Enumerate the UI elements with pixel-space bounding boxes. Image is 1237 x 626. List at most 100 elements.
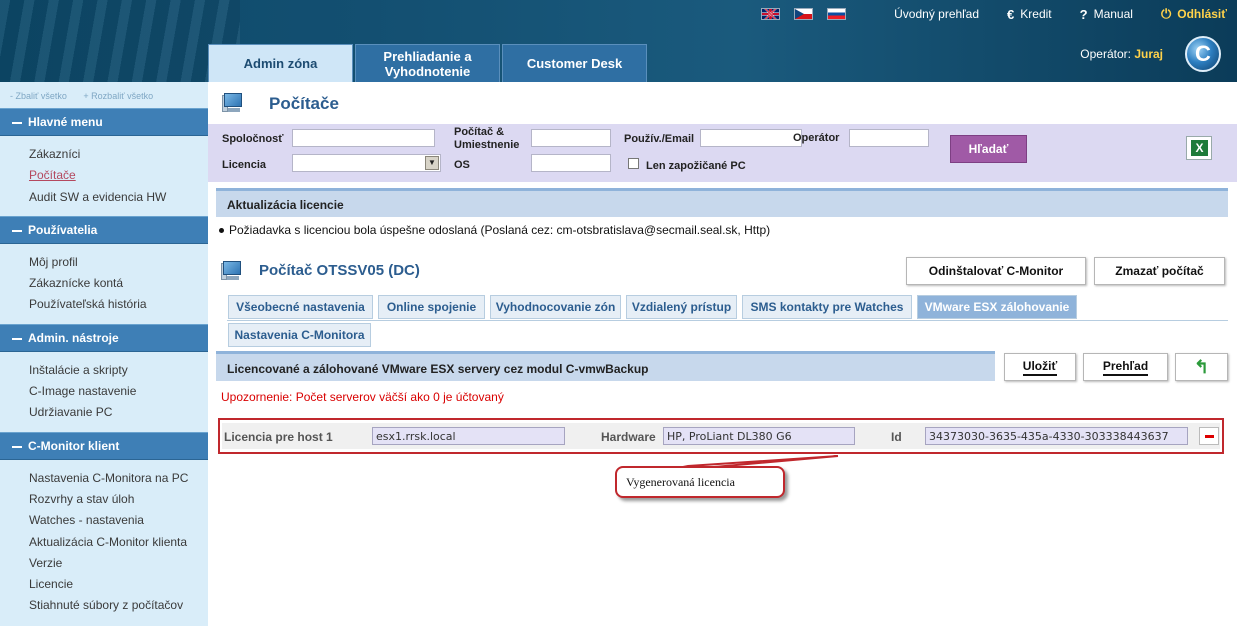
overview-button[interactable]: Prehľad [1083,353,1168,381]
computer-icon [222,92,246,114]
top-header: Úvodný prehľad € Kredit ? Manual ⏻ Odhlásiť… [0,0,1237,82]
license-label: Licencia [222,159,267,171]
page-title: Počítače [269,94,339,113]
sidebar-section-admin-tools[interactable]: Admin. nástroje [0,323,208,352]
sidebar-item-pc-maintenance[interactable]: Udržiavanie PC [29,402,208,423]
manual-link[interactable]: ? Manual [1080,7,1133,22]
search-button[interactable]: Hľadať [950,135,1027,163]
tab-online-connection[interactable]: Online spojenie [378,295,485,319]
euro-icon: € [1007,6,1015,22]
os-input[interactable] [531,154,611,172]
id-input[interactable]: 34373030-3635-435a-4330-303338443637 [925,427,1188,445]
borrowed-pc-checkbox[interactable] [628,158,639,169]
user-email-input[interactable] [700,129,802,147]
home-overview-link[interactable]: Úvodný prehľad [894,7,979,21]
credit-link[interactable]: € Kredit [1007,7,1052,22]
tab-browse-evaluation[interactable]: Prehliadanie a Vyhodnotenie [355,44,500,82]
id-label: Id [891,430,902,444]
sidebar-section-main-menu[interactable]: Hlavné menu [0,108,208,136]
sidebar-items-admin-tools: Inštalácie a skripty C-Image nastavenie … [0,352,208,432]
success-message: Požiadavka s licenciou bola úspešne odos… [219,223,770,237]
user-email-label: Použív./Email [624,133,695,145]
hardware-label: Hardware [601,430,656,444]
computer-icon [221,260,245,282]
tab-zone-evaluation[interactable]: Vyhodnocovanie zón [490,295,621,319]
sidebar-item-c-image[interactable]: C-Image nastavenie [29,381,208,402]
sidebar-item-watches[interactable]: Watches - nastavenia [29,510,208,531]
operator-label: Operátor [793,132,840,144]
collapse-all-link[interactable]: - Zbaliť všetko [10,91,67,101]
sidebar-item-installations[interactable]: Inštalácie a skripty [29,360,208,381]
english-flag-icon[interactable] [761,8,781,20]
back-arrow-icon: ↰ [1193,356,1210,377]
sidebar-items-users: Môj profil Zákaznícke kontá Používateľsk… [0,244,208,324]
main-content: Počítače Spoločnosť Počítač & Umiestneni… [208,82,1237,626]
tab-customer-desk[interactable]: Customer Desk [502,44,647,82]
sidebar-item-user-history[interactable]: Používateľská história [29,294,208,315]
host-input[interactable]: esx1.rrsk.local [372,427,565,445]
hardware-input[interactable]: HP, ProLiant DL380 G6 [663,427,855,445]
sidebar-item-computers[interactable]: Počítače [29,165,208,186]
filter-panel: Spoločnosť Počítač & Umiestnenie Použív.… [208,124,1237,182]
computer-input[interactable] [531,129,611,147]
license-row: Licencia pre host 1 esx1.rrsk.local Hard… [222,423,1220,449]
tab-divider [227,320,1228,321]
expand-all-link[interactable]: + Rozbaliť všetko [83,91,153,101]
main-tabs: Admin zóna Prehliadanie a Vyhodnotenie C… [208,44,647,82]
operator-name: Juraj [1134,47,1163,61]
license-select[interactable]: ▼ [292,154,441,172]
computer-title: Počítač OTSSV05 (DC) [259,262,420,279]
tab-c-monitor-settings[interactable]: Nastavenia C-Monitora [228,323,371,347]
help-icon: ? [1079,6,1088,22]
operator-input[interactable] [849,129,929,147]
expand-controls: - Zbaliť všetko + Rozbaliť všetko [0,82,208,108]
borrowed-pc-label: Len zapožičané PC [646,160,746,172]
sidebar-item-downloaded-files[interactable]: Stiahnuté súbory z počítačov [29,595,208,616]
top-navigation: Úvodný prehľad € Kredit ? Manual ⏻ Odhlásiť [761,5,1237,23]
collapse-icon [12,445,22,448]
tab-sms-contacts[interactable]: SMS kontakty pre Watches [742,295,912,319]
remove-row-button[interactable] [1199,427,1219,445]
excel-icon: X [1191,140,1208,156]
operator-info: Operátor: Juraj [1080,47,1163,61]
sidebar-item-audit-sw[interactable]: Audit SW a evidencia HW [29,187,208,208]
vmware-section-bar: Licencované a zálohované VMware ESX serv… [216,351,995,381]
sidebar-item-customers[interactable]: Zákazníci [29,144,208,165]
sidebar-section-users[interactable]: Používatelia [0,215,208,244]
sidebar: - Zbaliť všetko + Rozbaliť všetko Hlavné… [0,82,208,626]
delete-computer-button[interactable]: Zmazať počítač [1094,257,1225,285]
sidebar-items-c-monitor-client: Nastavenia C-Monitora na PC Rozvrhy a st… [0,460,208,625]
os-label: OS [454,159,470,171]
logout-link[interactable]: ⏻ Odhlásiť [1161,6,1227,22]
chevron-down-icon[interactable]: ▼ [425,156,439,170]
sidebar-items-main-menu: Zákazníci Počítače Audit SW a evidencia … [0,136,208,216]
page-header: Počítače [208,82,1237,124]
save-button[interactable]: Uložiť [1004,353,1076,381]
sidebar-item-my-profile[interactable]: Môj profil [29,252,208,273]
collapse-icon [12,229,22,232]
collapse-icon [12,337,22,340]
sidebar-item-licenses[interactable]: Licencie [29,574,208,595]
sidebar-section-c-monitor-client[interactable]: C-Monitor klient [0,431,208,460]
sidebar-item-c-monitor-settings[interactable]: Nastavenia C-Monitora na PC [29,468,208,489]
tab-vmware-backup[interactable]: VMware ESX zálohovanie [917,295,1077,319]
warning-message: Upozornenie: Počet serverov väčší ako 0 … [221,390,504,404]
tab-admin-zone[interactable]: Admin zóna [208,44,353,82]
license-update-bar: Aktualizácia licencie [216,188,1228,217]
czech-flag-icon[interactable] [794,8,814,20]
sidebar-item-schedules[interactable]: Rozvrhy a stav úloh [29,489,208,510]
slovak-flag-icon[interactable] [827,8,847,20]
power-icon: ⏻ [1160,6,1172,21]
sidebar-item-versions[interactable]: Verzie [29,553,208,574]
header-decoration [0,0,240,82]
tab-remote-access[interactable]: Vzdialený prístup [626,295,737,319]
company-input[interactable] [292,129,435,147]
back-button[interactable]: ↰ [1175,353,1228,381]
tab-general-settings[interactable]: Všeobecné nastavenia [228,295,373,319]
excel-export-button[interactable]: X [1186,136,1212,160]
collapse-icon [12,121,22,124]
sidebar-item-client-update[interactable]: Aktualizácia C-Monitor klienta [29,532,208,553]
sidebar-item-customer-accounts[interactable]: Zákaznícke kontá [29,273,208,294]
uninstall-c-monitor-button[interactable]: Odinštalovať C-Monitor [906,257,1086,285]
c-monitor-logo: C [1185,36,1221,72]
